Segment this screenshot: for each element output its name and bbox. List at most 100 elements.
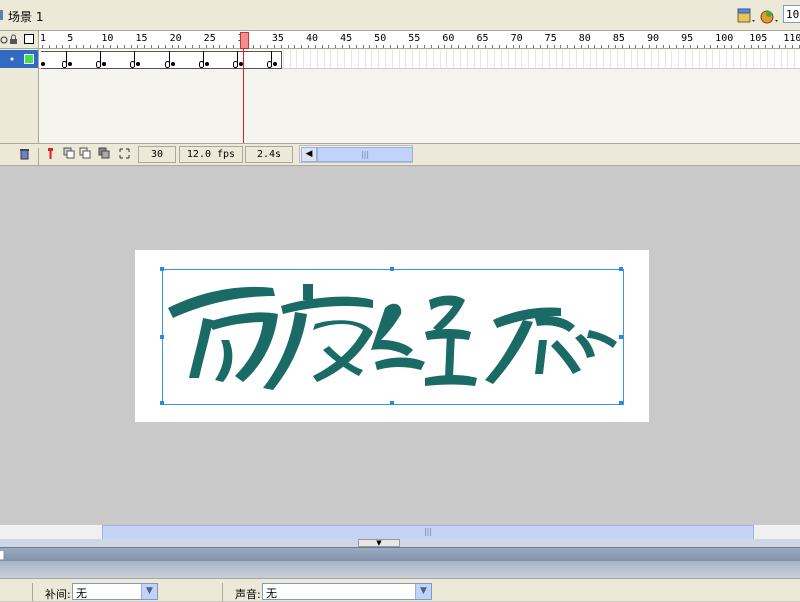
empty-frame[interactable] xyxy=(640,50,646,68)
empty-frame[interactable] xyxy=(463,50,468,68)
empty-frame[interactable] xyxy=(592,50,598,68)
empty-frame[interactable] xyxy=(476,50,482,68)
resize-handle-bm[interactable] xyxy=(390,401,394,405)
empty-frame[interactable] xyxy=(415,50,421,68)
empty-frame[interactable] xyxy=(340,50,346,68)
frame-area[interactable]: 1510152025303540455055606570758085909510… xyxy=(39,31,800,348)
resize-handle-bl[interactable] xyxy=(160,401,164,405)
onion-skin-icon[interactable] xyxy=(63,147,76,160)
empty-frame[interactable] xyxy=(783,50,789,68)
stage-scroll-thumb[interactable]: ||| xyxy=(102,525,754,540)
empty-frame[interactable] xyxy=(790,50,796,68)
timeline-hscroll[interactable]: ◀ ||| xyxy=(299,145,413,163)
empty-frame[interactable] xyxy=(429,50,434,68)
empty-frame[interactable] xyxy=(702,50,707,68)
empty-frame[interactable] xyxy=(667,50,673,68)
empty-frame[interactable] xyxy=(442,50,448,68)
empty-frame[interactable] xyxy=(354,50,359,68)
collapse-arrow-icon[interactable]: ▼ xyxy=(358,539,400,547)
stage-hscroll[interactable]: ||| xyxy=(0,525,800,540)
edit-multiple-frames-icon[interactable] xyxy=(98,147,111,160)
empty-frame[interactable] xyxy=(374,50,380,68)
empty-frame[interactable] xyxy=(286,50,291,68)
empty-frame[interactable] xyxy=(565,50,571,68)
empty-frame[interactable] xyxy=(279,50,284,68)
empty-frame[interactable] xyxy=(674,50,680,68)
chevron-down-icon[interactable]: ▼ xyxy=(415,584,431,599)
empty-frame[interactable] xyxy=(388,50,393,68)
resize-handle-tr[interactable] xyxy=(619,267,623,271)
empty-frame[interactable] xyxy=(681,50,687,68)
empty-frame[interactable] xyxy=(770,50,775,68)
empty-frame[interactable] xyxy=(742,50,748,68)
resize-handle-mr[interactable] xyxy=(619,335,623,339)
stage-canvas[interactable] xyxy=(135,250,649,422)
resize-handle-br[interactable] xyxy=(619,401,623,405)
keyframe-dot[interactable] xyxy=(170,62,175,66)
empty-frame[interactable] xyxy=(708,50,714,68)
empty-frame[interactable] xyxy=(606,50,612,68)
edit-scene-icon[interactable] xyxy=(735,6,757,26)
empty-frame[interactable] xyxy=(586,50,591,68)
scroll-thumb[interactable]: ||| xyxy=(317,147,413,162)
empty-frame[interactable] xyxy=(470,50,475,68)
selection-box[interactable] xyxy=(160,267,624,405)
delete-layer-icon[interactable] xyxy=(18,147,31,160)
visibility-dot-icon[interactable] xyxy=(10,57,14,61)
empty-frame[interactable] xyxy=(558,50,564,68)
empty-frame[interactable] xyxy=(722,50,727,68)
tween-select[interactable]: 无 ▼ xyxy=(72,583,158,600)
empty-frame[interactable] xyxy=(633,50,639,68)
empty-frame[interactable] xyxy=(504,50,509,68)
empty-frame[interactable] xyxy=(292,50,298,68)
empty-frame[interactable] xyxy=(579,50,584,68)
empty-frame[interactable] xyxy=(367,50,373,68)
keyframe-dot[interactable] xyxy=(272,62,277,66)
empty-frame[interactable] xyxy=(320,50,325,68)
resize-handle-ml[interactable] xyxy=(160,335,164,339)
empty-frame[interactable] xyxy=(299,50,305,68)
empty-frame[interactable] xyxy=(326,50,332,68)
empty-frame[interactable] xyxy=(422,50,427,68)
empty-frame[interactable] xyxy=(483,50,489,68)
lock-icon[interactable] xyxy=(9,34,18,45)
empty-frame[interactable] xyxy=(511,50,516,68)
empty-frame[interactable] xyxy=(497,50,502,68)
fps-field[interactable]: 12.0 fps xyxy=(179,146,243,163)
empty-frame[interactable] xyxy=(572,50,577,68)
resize-handle-tl[interactable] xyxy=(160,267,164,271)
empty-frame[interactable] xyxy=(756,50,762,68)
keyframe-dot[interactable] xyxy=(204,62,209,66)
empty-frame[interactable] xyxy=(736,50,741,68)
empty-frame[interactable] xyxy=(599,50,605,68)
keyframe-dot[interactable] xyxy=(41,62,45,66)
properties-title-bar[interactable]: ■ xyxy=(0,547,800,562)
empty-frame[interactable] xyxy=(524,50,530,68)
empty-frame[interactable] xyxy=(490,50,496,68)
sound-select[interactable]: 无 ▼ xyxy=(262,583,432,600)
empty-frame[interactable] xyxy=(436,50,441,68)
empty-frame[interactable] xyxy=(620,50,625,68)
empty-frame[interactable] xyxy=(401,50,407,68)
edit-symbol-icon[interactable] xyxy=(758,6,780,26)
empty-frame[interactable] xyxy=(647,50,652,68)
empty-frame[interactable] xyxy=(517,50,523,68)
empty-frame[interactable] xyxy=(538,50,543,68)
empty-frame[interactable] xyxy=(613,50,618,68)
empty-frame[interactable] xyxy=(381,50,386,68)
layer-color-icon[interactable] xyxy=(24,54,34,64)
empty-frame[interactable] xyxy=(347,50,352,68)
empty-frame[interactable] xyxy=(777,50,782,68)
empty-frame[interactable] xyxy=(695,50,700,68)
empty-frame[interactable] xyxy=(456,50,462,68)
modify-onion-markers-icon[interactable] xyxy=(118,147,131,160)
empty-frame[interactable] xyxy=(408,50,414,68)
empty-frame[interactable] xyxy=(654,50,659,68)
empty-frame[interactable] xyxy=(449,50,455,68)
resize-handle-tm[interactable] xyxy=(390,267,394,271)
playhead[interactable] xyxy=(240,32,249,49)
layer-row-selected[interactable] xyxy=(0,50,38,68)
empty-frame[interactable] xyxy=(531,50,537,68)
empty-frame[interactable] xyxy=(545,50,550,68)
chevron-down-icon[interactable]: ▼ xyxy=(141,584,157,599)
